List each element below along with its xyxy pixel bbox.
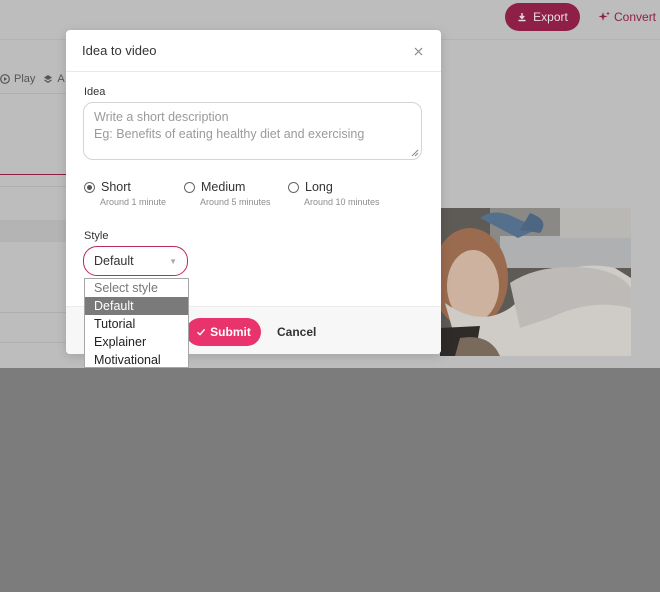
radio-button-selected[interactable] [84,181,95,193]
video-preview-image [440,208,631,356]
chevron-down-icon: ▼ [169,256,177,266]
layers-icon [44,75,53,84]
dropdown-option[interactable]: Explainer [85,333,188,351]
cancel-label: Cancel [277,325,317,339]
divider [0,312,66,313]
radio-button[interactable] [184,181,195,193]
editor-toolbar: Play A [0,68,65,90]
dropdown-option[interactable]: Motivational [85,351,188,367]
export-button[interactable]: Export [505,3,580,31]
layers-tool[interactable]: A [43,73,65,85]
divider [0,93,66,94]
submit-button[interactable]: Submit [186,318,261,346]
resize-grip-icon[interactable] [410,148,419,157]
idea-input[interactable] [83,102,422,160]
divider [0,342,66,343]
dialog-header: Idea to video [66,30,441,72]
length-option-hint: Around 1 minute [100,197,167,207]
style-dropdown-list: Select style Default Tutorial Explainer … [84,278,189,368]
play-icon [0,74,10,84]
style-select-value: Default [94,254,134,268]
sparkle-icon [598,11,610,21]
dialog-title: Idea to video [82,43,157,58]
dropdown-option[interactable]: Select style [85,279,188,297]
dropdown-option-selected[interactable]: Default [85,297,188,315]
cancel-button[interactable]: Cancel [277,318,316,346]
length-option-label: Short [101,180,131,194]
submit-label: Submit [210,325,251,339]
convert-label: Convert [614,10,657,24]
check-icon [197,328,206,336]
style-select[interactable]: Default ▼ [83,246,188,276]
divider [0,174,70,175]
export-label: Export [533,10,568,24]
length-option-hint: Around 10 minutes [304,197,380,207]
length-option-short[interactable]: Short Around 1 minute [84,180,166,207]
close-button[interactable] [411,43,425,59]
length-option-long[interactable]: Long Around 10 minutes [288,180,380,207]
layers-label: A [57,73,65,85]
dropdown-option[interactable]: Tutorial [85,315,188,333]
play-tool[interactable]: Play [0,73,35,85]
play-label: Play [14,73,36,85]
panel-band [0,220,70,242]
length-option-medium[interactable]: Medium Around 5 minutes [184,180,271,207]
length-option-label: Long [305,180,333,194]
convert-button[interactable]: Convert [598,6,656,28]
length-option-label: Medium [201,180,246,194]
download-icon [518,13,526,22]
close-icon [414,47,422,55]
radio-button[interactable] [288,181,299,193]
idea-label: Idea [84,86,106,98]
length-option-hint: Around 5 minutes [200,197,271,207]
style-label: Style [84,230,109,242]
divider [0,186,66,187]
